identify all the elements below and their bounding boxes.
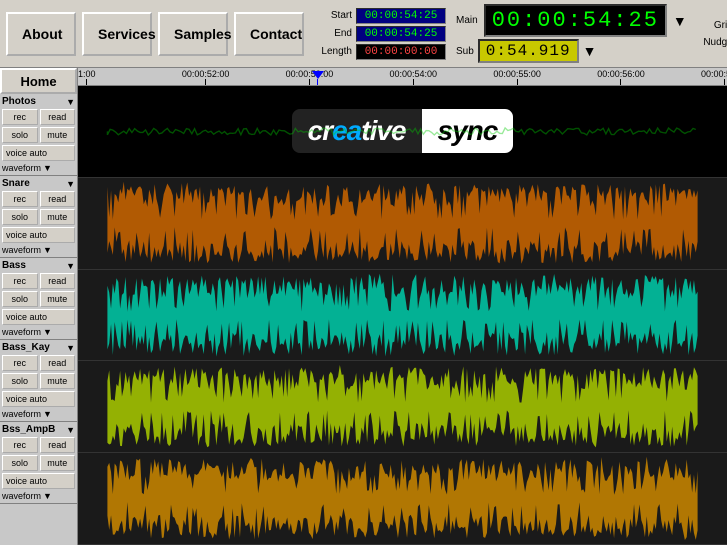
solo-btn-0[interactable]: solo [2,127,38,143]
waveform-arrow-2[interactable]: ▼ [43,327,52,337]
rec-btn-3[interactable]: rec [2,355,38,371]
mute-btn-1[interactable]: mute [40,209,76,225]
main-dropdown-icon[interactable]: ▼ [673,13,687,29]
track-arrow-3[interactable]: ▼ [66,343,75,353]
track-name-3: Bass_Kay [2,342,66,353]
waveform-arrow-3[interactable]: ▼ [43,409,52,419]
services-button[interactable]: Services [82,12,152,56]
about-button[interactable]: About [6,12,76,56]
track-name-2: Bass [2,260,66,271]
track-arrow-4[interactable]: ▼ [66,425,75,435]
main-label: Main [456,15,478,26]
track-control-0: Photos ▼ rec read solo mute voice auto w… [0,94,77,176]
voice-btn-1[interactable]: voice auto [2,227,75,243]
read-btn-2[interactable]: read [40,273,76,289]
track-lane-1 [78,178,727,270]
waveform-label-4: waveform [2,491,41,501]
read-btn-1[interactable]: read [40,191,76,207]
track-arrow-0[interactable]: ▼ [66,97,75,107]
ruler-mark-1: 00:00:52:00 [182,69,230,85]
grid-label: Grid [701,20,727,31]
end-display: 00:00:54:25 [356,26,446,42]
nudge-label: Nudge [701,37,727,48]
ruler-mark-6: 00:00:57:00 [701,69,727,85]
track-name-1: Snare [2,178,66,189]
rec-btn-4[interactable]: rec [2,437,38,453]
start-label: Start [314,10,352,21]
track-lane-2 [78,270,727,362]
rec-btn-1[interactable]: rec [2,191,38,207]
waveform-arrow-0[interactable]: ▼ [43,163,52,173]
home-button[interactable]: Home [0,68,77,94]
track-control-1: Snare ▼ rec read solo mute voice auto wa… [0,176,77,258]
track-control-4: Bss_AmpB ▼ rec read solo mute voice auto… [0,422,77,504]
waveform-arrow-1[interactable]: ▼ [43,245,52,255]
time-panel: Start 00:00:54:25 End 00:00:54:25 Length… [314,8,446,60]
track-control-3: Bass_Kay ▼ rec read solo mute voice auto… [0,340,77,422]
solo-btn-4[interactable]: solo [2,455,38,471]
length-label: Length [314,46,352,57]
timeline-ruler: 1:00 00:00:52:00 00:00:53:00 00:00:54:00 00:… [78,68,727,86]
track-lane-3 [78,361,727,453]
track-control-2: Bass ▼ rec read solo mute voice auto wav… [0,258,77,340]
mute-btn-0[interactable]: mute [40,127,76,143]
contact-button[interactable]: Contact [234,12,304,56]
samples-button[interactable]: Samples [158,12,228,56]
grid-panel: Grid 00:00:00:00.01 Nudge 00:00:00:00.01 [701,18,727,50]
read-btn-0[interactable]: read [40,109,76,125]
rec-btn-2[interactable]: rec [2,273,38,289]
voice-btn-0[interactable]: voice auto [2,145,75,161]
waveform-label-0: waveform [2,163,41,173]
solo-btn-1[interactable]: solo [2,209,38,225]
track-arrow-2[interactable]: ▼ [66,261,75,271]
end-label: End [314,28,352,39]
waveform-label-3: waveform [2,409,41,419]
main-time-display: 00:00:54:25 [484,4,667,37]
sub-label: Sub [456,46,474,57]
rec-btn-0[interactable]: rec [2,109,38,125]
playhead [312,71,324,85]
ruler-mark-3: 00:00:54:00 [390,69,438,85]
track-lane-0: creative sync [78,86,727,178]
sub-dropdown-icon[interactable]: ▼ [583,43,597,59]
voice-btn-4[interactable]: voice auto [2,473,75,489]
mute-btn-4[interactable]: mute [40,455,76,471]
solo-btn-3[interactable]: solo [2,373,38,389]
ruler-mark-5: 00:00:56:00 [597,69,645,85]
start-display: 00:00:54:25 [356,8,446,24]
waveform-label-2: waveform [2,327,41,337]
ruler-mark-0: 1:00 [78,69,96,85]
read-btn-4[interactable]: read [40,437,76,453]
waveform-arrow-4[interactable]: ▼ [43,491,52,501]
waveform-label-1: waveform [2,245,41,255]
track-name-4: Bss_AmpB [2,424,66,435]
solo-btn-2[interactable]: solo [2,291,38,307]
voice-btn-3[interactable]: voice auto [2,391,75,407]
ruler-mark-4: 00:00:55:00 [493,69,541,85]
read-btn-3[interactable]: read [40,355,76,371]
ruler-mark-2: 00:00:53:00 [286,69,334,85]
mute-btn-2[interactable]: mute [40,291,76,307]
sub-time-display: 0:54.919 [478,39,579,63]
track-name-0: Photos [2,96,66,107]
length-display: 00:00:00:00 [356,44,446,60]
mute-btn-3[interactable]: mute [40,373,76,389]
track-arrow-1[interactable]: ▼ [66,179,75,189]
voice-btn-2[interactable]: voice auto [2,309,75,325]
track-lane-4 [78,453,727,545]
